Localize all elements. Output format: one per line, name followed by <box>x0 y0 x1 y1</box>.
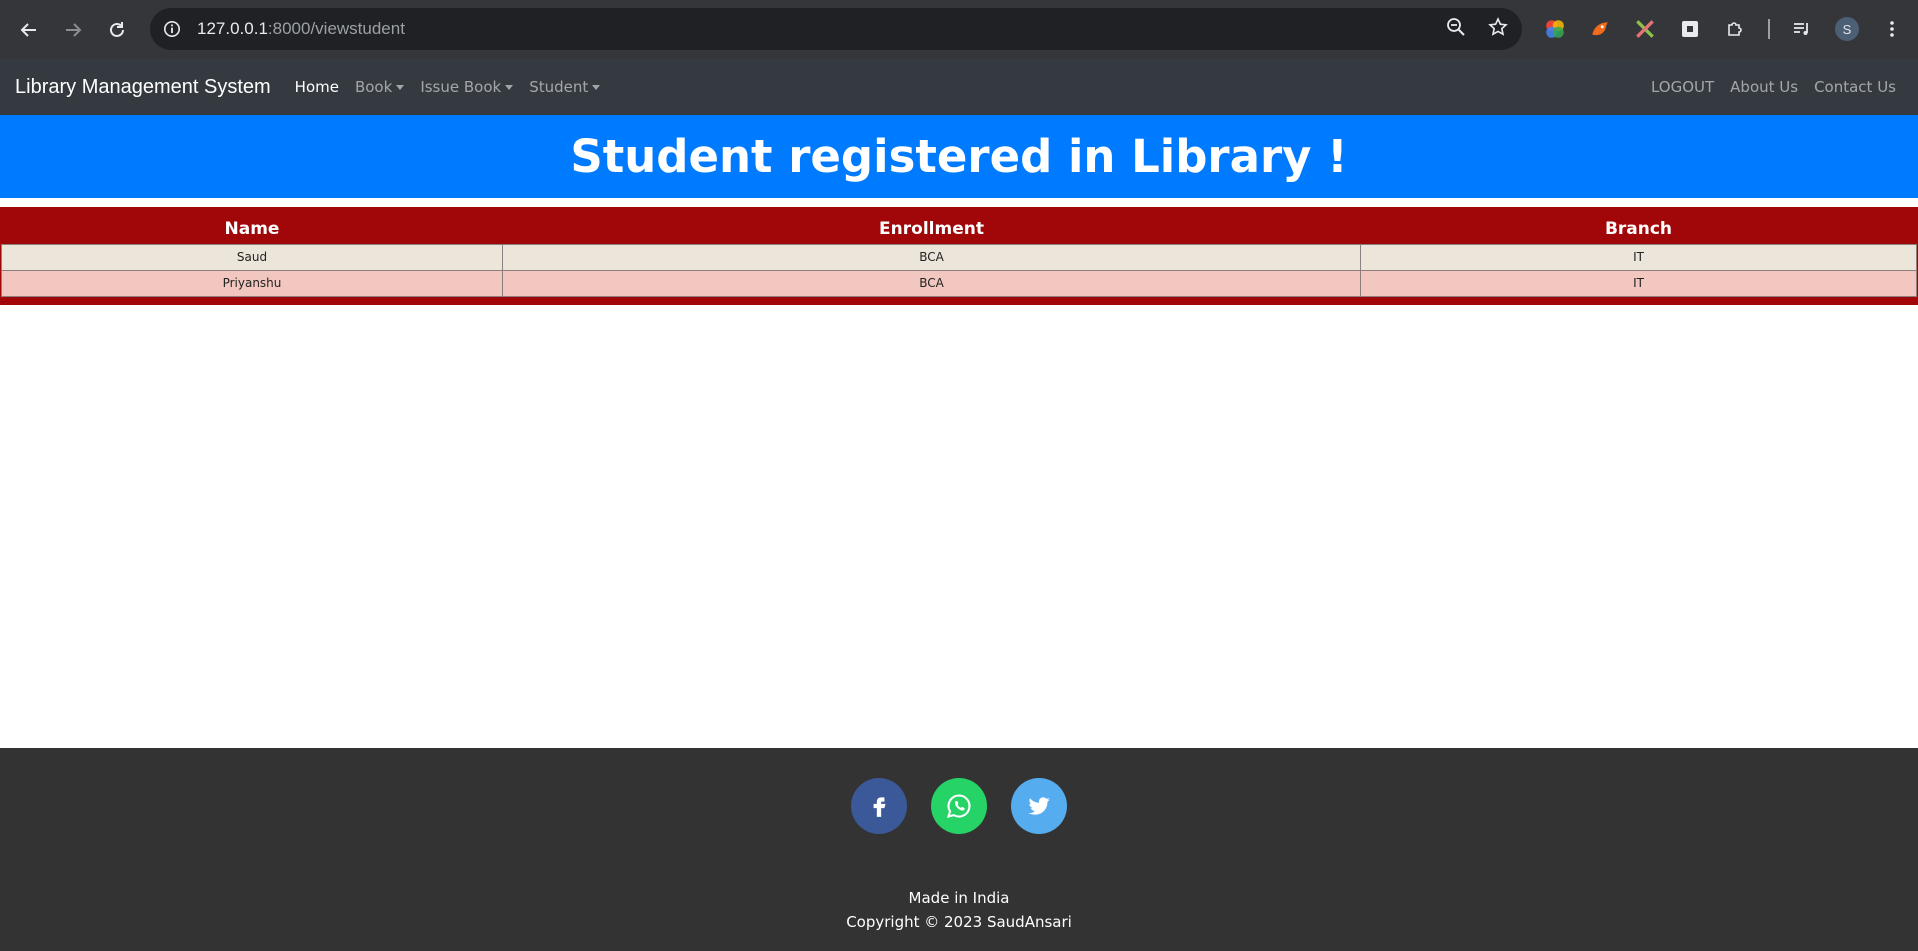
table-row: Saud BCA IT <box>1 243 1917 271</box>
nav-book-label: Book <box>354 78 393 96</box>
nav-right-links: LOGOUT About Us Contact Us <box>1651 59 1896 115</box>
facebook-button[interactable] <box>851 778 907 834</box>
forward-icon[interactable] <box>61 18 85 42</box>
nav-contact-us[interactable]: Contact Us <box>1814 78 1896 96</box>
table-header-row: Name Enrollment Branch <box>1 215 1917 244</box>
toolbar-divider <box>1768 19 1770 39</box>
caret-down-icon <box>592 85 601 90</box>
tools-extension-icon[interactable] <box>1633 17 1657 41</box>
profile-avatar[interactable]: S <box>1835 17 1859 41</box>
browser-menu-icon[interactable] <box>1880 17 1904 41</box>
nav-about-us[interactable]: About Us <box>1730 78 1798 96</box>
fox-extension-icon[interactable] <box>1588 17 1612 41</box>
nav-book-dropdown[interactable]: Book <box>354 78 405 96</box>
twitter-icon <box>1028 797 1050 815</box>
column-header-branch: Branch <box>1360 215 1917 244</box>
column-header-name: Name <box>1 215 503 244</box>
page-footer: Made in India Copyright © 2023 SaudAnsar… <box>0 748 1918 951</box>
cell-name: Priyanshu <box>1 269 503 297</box>
caret-down-icon <box>396 85 405 90</box>
nav-issue-book-dropdown[interactable]: Issue Book <box>420 78 514 96</box>
url-text[interactable]: 127.0.0.1:8000/viewstudent <box>197 19 405 39</box>
student-table: Name Enrollment Branch Saud BCA IT Priya… <box>1 215 1917 297</box>
site-navbar: Library Management System Home Book Issu… <box>0 59 1918 115</box>
cell-enrollment: BCA <box>502 243 1361 271</box>
bookmark-star-icon[interactable] <box>1488 17 1508 41</box>
nav-issue-book-label: Issue Book <box>420 78 502 96</box>
facebook-icon <box>873 797 886 817</box>
nav-links: Home Book Issue Book Student <box>295 78 601 96</box>
nav-student-dropdown[interactable]: Student <box>529 78 601 96</box>
media-controls-icon[interactable] <box>1790 17 1814 41</box>
reload-icon[interactable] <box>105 18 129 42</box>
cell-branch: IT <box>1360 269 1917 297</box>
social-links <box>0 778 1918 834</box>
cell-enrollment: BCA <box>502 269 1361 297</box>
student-table-container: Name Enrollment Branch Saud BCA IT Priya… <box>0 207 1918 305</box>
column-header-enrollment: Enrollment <box>502 215 1361 244</box>
back-icon[interactable] <box>17 18 41 42</box>
nav-home[interactable]: Home <box>295 78 339 96</box>
address-bar[interactable]: 127.0.0.1:8000/viewstudent <box>150 8 1522 50</box>
cell-name: Saud <box>1 243 503 271</box>
footer-made-in: Made in India <box>908 889 1010 907</box>
table-row: Priyanshu BCA IT <box>1 269 1917 297</box>
nav-student-label: Student <box>529 78 589 96</box>
cell-branch: IT <box>1360 243 1917 271</box>
page-heading-banner: Student registered in Library ! <box>0 115 1918 198</box>
whatsapp-button[interactable] <box>931 778 987 834</box>
zoom-icon[interactable] <box>1446 17 1466 41</box>
page-title: Student registered in Library ! <box>570 130 1348 183</box>
browser-toolbar: 127.0.0.1:8000/viewstudent S <box>0 0 1918 59</box>
color-picker-extension-icon[interactable] <box>1543 17 1567 41</box>
nav-logout[interactable]: LOGOUT <box>1651 78 1714 96</box>
caret-down-icon <box>505 85 514 90</box>
navbar-brand[interactable]: Library Management System <box>15 76 271 99</box>
whatsapp-icon <box>946 794 971 818</box>
footer-copyright: Copyright © 2023 SaudAnsari <box>846 913 1072 931</box>
twitter-button[interactable] <box>1011 778 1067 834</box>
site-info-icon[interactable] <box>155 12 189 46</box>
extensions-puzzle-icon[interactable] <box>1723 17 1747 41</box>
square-extension-icon[interactable] <box>1678 17 1702 41</box>
